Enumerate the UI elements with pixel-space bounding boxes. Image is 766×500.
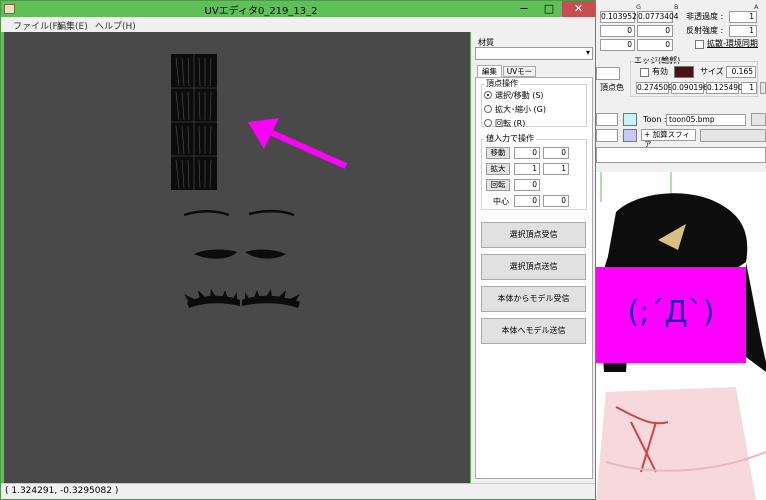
radio-off-icon <box>484 119 492 127</box>
menu-edit[interactable]: 編集(E) <box>57 19 88 32</box>
face-mask-text: (;´Д`) <box>627 295 715 330</box>
minimize-button[interactable]: − <box>511 1 537 17</box>
move-x-field[interactable]: 0 <box>514 147 540 159</box>
radio-on-icon <box>484 91 492 99</box>
sphere-mode-select[interactable]: + 加算スフィア <box>641 129 696 149</box>
sphere-color-swatch[interactable] <box>623 129 637 142</box>
combo-box[interactable] <box>596 67 620 80</box>
radio-select-move-label: 選択/移動 (S) <box>495 91 544 100</box>
status-bar: ( 1.324291, -0.3295082 ) <box>1 483 595 499</box>
scale-x-field[interactable]: 1 <box>514 163 540 175</box>
diffuse-sync-label: 拡散-環境同期 <box>707 39 758 48</box>
face-mask: (;´Д`) <box>596 267 746 363</box>
rotate-button[interactable]: 回転 <box>486 179 510 191</box>
color-b-field[interactable]: 0.0773404 <box>637 11 679 23</box>
memo-field[interactable] <box>596 147 766 163</box>
nontrans-field[interactable]: 1 <box>729 11 757 23</box>
uv-overlay <box>171 54 348 308</box>
reflect-label: 反射強度 : <box>686 26 724 35</box>
radio-scale[interactable]: 拡大･縮小 (G) <box>484 104 546 115</box>
ambient-g-field[interactable]: 0 <box>600 39 635 51</box>
vertex-ops-title: 頂点操作 <box>484 78 520 89</box>
menu-help[interactable]: ヘルプ(H) <box>95 19 136 32</box>
tab-edit[interactable]: 編集 <box>477 65 502 77</box>
edge-size-label: サイズ : <box>700 67 729 76</box>
send-model-button[interactable]: 本体へモデル送信 <box>481 318 586 344</box>
edge-side-button[interactable] <box>760 82 766 94</box>
scale-y-field[interactable]: 1 <box>543 163 569 175</box>
background-model-editor: G B A 0.1039523 0.0773404 非透過度 : 1 0 0 反… <box>596 0 766 500</box>
sphere-field[interactable] <box>596 129 618 142</box>
uv-editor-window: UVエディタ0_219_13_2 − □ ✕ ファイル(F) 編集(E) ヘルプ… <box>0 0 596 500</box>
ambient-b-field[interactable]: 0 <box>637 39 673 51</box>
reflect-field[interactable]: 1 <box>729 25 757 37</box>
close-button[interactable]: ✕ <box>562 1 595 17</box>
radio-rotate-label: 回転 (R) <box>495 119 526 128</box>
menu-bar: ファイル(F) 編集(E) ヘルプ(H) <box>1 17 595 32</box>
maximize-button[interactable]: □ <box>538 1 560 17</box>
toon-color-swatch[interactable] <box>623 113 637 126</box>
texture-field[interactable] <box>596 113 618 126</box>
color-g-field[interactable]: 0.1039523 <box>600 11 642 23</box>
nontrans-label: 非透過度 : <box>686 12 724 21</box>
title-bar: UVエディタ0_219_13_2 − □ ✕ <box>1 1 595 17</box>
edge-enabled-checkbox[interactable] <box>640 68 649 77</box>
vertex-color-label: 頂点色 <box>600 83 624 92</box>
send-selected-vertices-button[interactable]: 選択頂点送信 <box>481 254 586 280</box>
toon-label: Toon : <box>643 115 667 124</box>
receive-model-button[interactable]: 本体からモデル受信 <box>481 286 586 312</box>
receive-selected-vertices-button[interactable]: 選択頂点受信 <box>481 222 586 248</box>
uv-brow-left <box>183 210 230 217</box>
radio-scale-label: 拡大･縮小 (G) <box>495 105 546 114</box>
cursor-coordinates: ( 1.324291, -0.3295082 ) <box>5 486 119 496</box>
column-a-label: A <box>754 3 759 11</box>
numeric-title: 値入力で操作 <box>484 133 536 144</box>
edge-size-field[interactable]: 0.165 <box>726 66 756 78</box>
column-b-label: B <box>674 3 679 11</box>
window-title: UVエディタ0_219_13_2 <box>204 6 318 17</box>
radio-off-icon <box>484 105 492 113</box>
chevron-down-icon: ▾ <box>585 48 590 57</box>
radio-select-move[interactable]: 選択/移動 (S) <box>484 90 544 101</box>
move-button[interactable]: 移動 <box>486 147 510 159</box>
edge-b-field[interactable]: 0.125490 <box>706 82 743 94</box>
toon-browse-button[interactable] <box>751 113 766 126</box>
uv-eye-right <box>245 249 286 259</box>
control-panel: 材質 ▾ 編集 UVモーフ 頂点操作 選択/移動 (S) 拡大･縮小 (G) 回… <box>471 32 595 483</box>
uv-canvas[interactable] <box>4 32 470 483</box>
diffuse-sync-checkbox[interactable] <box>695 40 704 49</box>
column-g-label: G <box>636 3 642 11</box>
uv-eye-left <box>194 249 237 259</box>
center-y-field[interactable]: 0 <box>543 195 569 207</box>
radio-rotate[interactable]: 回転 (R) <box>484 118 525 129</box>
edge-enabled-label: 有効 <box>652 67 668 76</box>
center-x-field[interactable]: 0 <box>514 195 540 207</box>
edge-a-field[interactable]: 1 <box>741 82 757 94</box>
edge-color-swatch[interactable] <box>674 66 694 78</box>
eye-highlight-texture <box>171 54 217 190</box>
sphere-select[interactable] <box>700 129 766 142</box>
uv-brow-right <box>248 209 295 217</box>
edge-g-field[interactable]: 0.090196 <box>671 82 708 94</box>
spec-b-field[interactable]: 0 <box>637 25 673 37</box>
menu-file[interactable]: ファイル(F) <box>13 19 61 32</box>
scale-button[interactable]: 拡大 <box>486 163 510 175</box>
toon-file-field[interactable]: toon05.bmp <box>666 114 746 126</box>
rotate-field[interactable]: 0 <box>514 179 540 191</box>
move-y-field[interactable]: 0 <box>543 147 569 159</box>
pointer-arrow <box>248 118 348 169</box>
edge-r-field[interactable]: 0.274509 <box>636 82 673 94</box>
spec-g-field[interactable]: 0 <box>600 25 635 37</box>
center-label: 中心 <box>493 197 509 206</box>
uv-eyelashes <box>184 289 300 308</box>
tab-uv-morph[interactable]: UVモーフ <box>503 66 536 86</box>
material-select[interactable]: ▾ <box>475 47 593 60</box>
